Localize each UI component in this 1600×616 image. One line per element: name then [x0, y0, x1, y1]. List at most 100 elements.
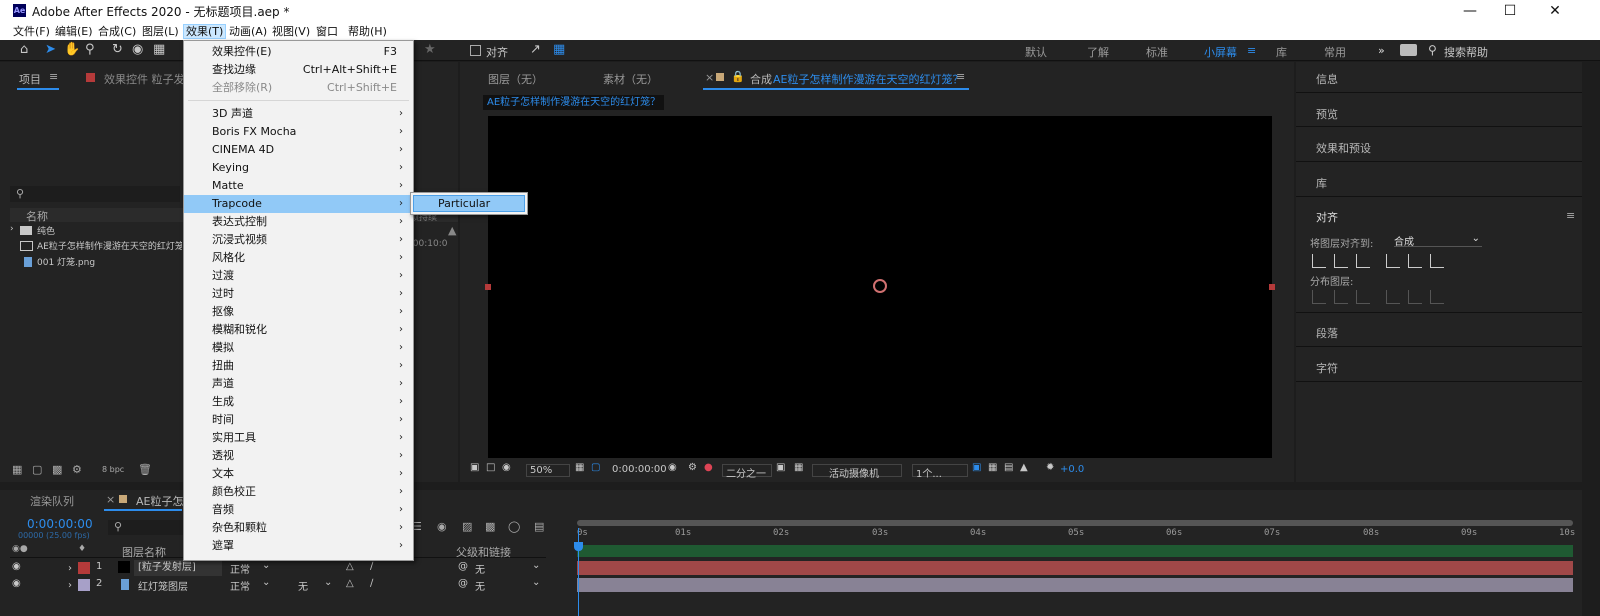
panel-menu-icon[interactable]: ≡: [1566, 209, 1575, 222]
distribute-bottom-icon[interactable]: [1356, 290, 1370, 304]
zoom-tool-icon[interactable]: ⚲: [85, 43, 95, 57]
workspace-menu-icon[interactable]: ≡: [1247, 44, 1256, 57]
motion-blur-icon[interactable]: ◯: [508, 520, 520, 533]
flowchart-icon[interactable]: ▲: [448, 224, 456, 237]
workspace-small-screen[interactable]: 小屏幕: [1204, 44, 1237, 60]
chevron-down-icon[interactable]: ⌄: [262, 560, 270, 571]
project-search-input[interactable]: ⚲: [10, 186, 180, 202]
menu-item[interactable]: 过渡 ›: [184, 267, 413, 285]
minimize-icon[interactable]: —: [1450, 1, 1490, 21]
grid-icon[interactable]: ▦: [575, 462, 584, 473]
workspace-default[interactable]: 默认: [1025, 44, 1047, 60]
viewer-timecode[interactable]: 0:00:00:00: [612, 464, 667, 475]
composition-canvas[interactable]: [485, 116, 1275, 458]
emitter-anchor-icon[interactable]: [873, 279, 887, 293]
maximize-icon[interactable]: ☐: [1490, 1, 1530, 21]
snap-options-icon[interactable]: ↗: [530, 43, 541, 57]
snap-checkbox[interactable]: [470, 45, 481, 56]
panel-preview[interactable]: 预览: [1316, 106, 1338, 122]
menu-window[interactable]: 窗口: [314, 24, 340, 39]
frame-blending-icon[interactable]: ▩: [485, 520, 495, 533]
menu-item[interactable]: 表达式控制 ›: [184, 213, 413, 231]
zoom-dropdown[interactable]: 50%: [526, 464, 570, 477]
work-area-bar[interactable]: [577, 520, 1573, 526]
align-vertical-center-icon[interactable]: [1408, 254, 1422, 268]
column-layer-name[interactable]: 图层名称: [122, 544, 166, 560]
adjust-settings-icon[interactable]: ⚙: [72, 463, 82, 476]
mask-visibility-icon[interactable]: ▢: [591, 462, 600, 473]
menu-item[interactable]: 模糊和锐化 ›: [184, 321, 413, 339]
table-row[interactable]: ◉ › 2 红灯笼图层 正常 ⌄ 无 ⌄ △ ∕ @ 无 ⌄: [10, 577, 560, 593]
puppet-tool-icon[interactable]: ★: [424, 43, 436, 57]
menu-view[interactable]: 视图(V): [270, 24, 312, 39]
menu-item[interactable]: 声道 ›: [184, 375, 413, 393]
layer-bound-handle[interactable]: [1269, 284, 1275, 290]
rotate-tool-icon[interactable]: ↻: [112, 43, 123, 57]
menu-edit[interactable]: 编辑(E): [53, 24, 95, 39]
menu-item[interactable]: 抠像 ›: [184, 303, 413, 321]
graph-editor-icon[interactable]: ▤: [534, 520, 544, 533]
playhead-handle-icon[interactable]: [574, 542, 583, 551]
region-of-interest-icon[interactable]: ▣: [776, 462, 785, 473]
layer-2-bar[interactable]: [577, 578, 1573, 592]
lock-icon[interactable]: 🔒: [731, 70, 745, 83]
menu-item-particular[interactable]: Particular: [413, 195, 525, 212]
menu-item[interactable]: Boris FX Mocha ›: [184, 123, 413, 141]
menu-item[interactable]: Trapcode ›: [184, 195, 413, 213]
menu-item[interactable]: 模拟 ›: [184, 339, 413, 357]
table-row[interactable]: ◉ › 1 [粒子发射层] 正常 ⌄ △ ∕ @ 无 ⌄: [10, 560, 560, 576]
menu-item[interactable]: 查找边缘 Ctrl+Alt+Shift+E: [184, 61, 413, 79]
pickwhip-icon[interactable]: @: [458, 561, 468, 572]
new-folder-icon[interactable]: ▢: [32, 463, 42, 476]
workspace-library[interactable]: 库: [1276, 44, 1287, 60]
tab-timeline-comp[interactable]: AE粒子怎: [136, 493, 183, 509]
layer-bound-handle[interactable]: [485, 284, 491, 290]
menu-item[interactable]: 时间 ›: [184, 411, 413, 429]
distribute-right-icon[interactable]: [1430, 290, 1444, 304]
distribute-vcenter-icon[interactable]: [1334, 290, 1348, 304]
panel-effects-presets[interactable]: 效果和预设: [1316, 140, 1371, 156]
panel-info[interactable]: 信息: [1316, 71, 1338, 87]
menu-item[interactable]: Matte ›: [184, 177, 413, 195]
align-bottom-icon[interactable]: [1430, 254, 1444, 268]
menu-item[interactable]: 风格化 ›: [184, 249, 413, 267]
panel-paragraph[interactable]: 段落: [1316, 325, 1338, 341]
menu-animation[interactable]: 动画(A): [227, 24, 269, 39]
shy-layers-icon[interactable]: ▨: [462, 520, 472, 533]
timeline-search-input[interactable]: ⚲: [108, 520, 183, 535]
column-parent[interactable]: 父级和链接: [456, 544, 511, 560]
visibility-eye-icon[interactable]: ◉: [12, 561, 21, 572]
current-time[interactable]: 0:00:00:00: [27, 517, 93, 531]
chevron-down-icon[interactable]: ⌄: [262, 577, 270, 588]
chevron-right-icon[interactable]: ›: [10, 224, 14, 234]
column-name[interactable]: 名称: [26, 208, 48, 224]
menu-file[interactable]: 文件(F): [11, 24, 52, 39]
draft-3d-icon[interactable]: ◉: [437, 520, 447, 533]
hand-tool-icon[interactable]: ✋: [64, 43, 80, 57]
project-item[interactable]: 001 灯笼.png: [10, 255, 180, 269]
quality-switch-icon[interactable]: ∕: [370, 561, 373, 572]
menu-layer[interactable]: 图层(L): [140, 24, 181, 39]
align-horizontal-center-icon[interactable]: [1334, 254, 1348, 268]
menu-help[interactable]: 帮助(H): [346, 24, 389, 39]
monitor-icon[interactable]: □: [486, 462, 495, 473]
menu-item[interactable]: 3D 声道 ›: [184, 105, 413, 123]
bit-depth[interactable]: 8 bpc: [102, 465, 124, 474]
distribute-top-icon[interactable]: [1312, 290, 1326, 304]
render-3d-icon[interactable]: ▦: [988, 462, 997, 473]
quality-switch-icon[interactable]: ∕: [370, 578, 373, 589]
close-tab-icon[interactable]: ×: [705, 71, 714, 84]
home-icon[interactable]: ⌂: [20, 43, 28, 57]
help-search-input[interactable]: 搜索帮助: [1444, 44, 1488, 60]
layer-name[interactable]: [粒子发射层]: [134, 560, 222, 576]
menu-item[interactable]: 扭曲 ›: [184, 357, 413, 375]
pickwhip-icon[interactable]: @: [458, 578, 468, 589]
chevron-down-icon[interactable]: ⌄: [532, 560, 540, 571]
menu-item[interactable]: 杂色和颗粒 ›: [184, 519, 413, 537]
chevron-down-icon[interactable]: ⌄: [324, 577, 332, 588]
camera-dropdown[interactable]: 活动摄像机: [812, 464, 902, 480]
flowchart-icon[interactable]: ▲: [1020, 462, 1028, 473]
tab-comp-name[interactable]: AE粒子怎样制作漫游在天空的红灯笼？: [773, 71, 963, 87]
menu-item[interactable]: 透视 ›: [184, 447, 413, 465]
menu-composition[interactable]: 合成(C): [96, 24, 138, 39]
